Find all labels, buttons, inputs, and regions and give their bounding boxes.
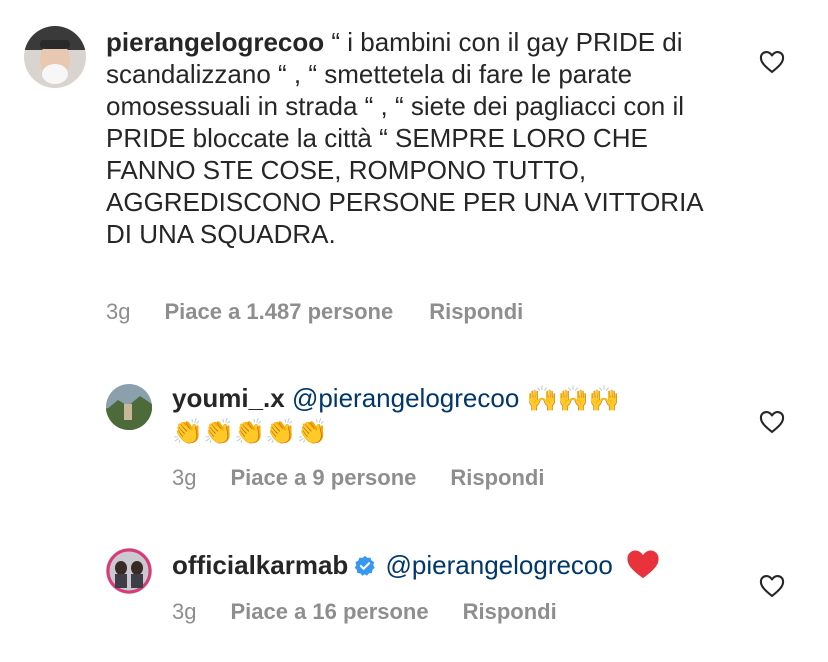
avatar[interactable] xyxy=(106,548,152,594)
reply-button[interactable]: Rispondi xyxy=(463,599,557,625)
comment-meta: 3g Piace a 9 persone Rispondi xyxy=(172,465,544,491)
avatar[interactable] xyxy=(24,26,86,88)
clapping-hands-emoji: 👏👏👏👏👏 xyxy=(172,417,328,446)
comment-username[interactable]: youmi_.x xyxy=(172,383,285,413)
raised-hands-emoji: 🙌🙌🙌 xyxy=(526,384,620,413)
comment-text-block: youmi_.x @pierangelogrecoo 🙌🙌🙌 👏👏👏👏👏 xyxy=(172,382,732,448)
comment-text-block: officialkarmab @pierangelogrecoo xyxy=(172,548,732,581)
likes-count[interactable]: Piace a 16 persone xyxy=(230,599,428,625)
like-heart-icon[interactable] xyxy=(758,48,786,76)
reply-button[interactable]: Rispondi xyxy=(450,465,544,491)
comment-meta: 3g Piace a 1.487 persone Rispondi xyxy=(106,299,523,325)
likes-count[interactable]: Piace a 9 persone xyxy=(230,465,416,491)
comment-username[interactable]: pierangelogrecoo xyxy=(106,27,324,57)
red-heart-emoji xyxy=(626,548,660,580)
comment-text: “ i bambini con il gay PRIDE di scandali… xyxy=(106,27,703,249)
comment-text-block: pierangelogrecoo “ i bambini con il gay … xyxy=(106,26,718,250)
like-heart-icon[interactable] xyxy=(758,572,786,600)
reply-button[interactable]: Rispondi xyxy=(429,299,523,325)
comment-time: 3g xyxy=(172,465,197,490)
likes-count[interactable]: Piace a 1.487 persone xyxy=(164,299,393,325)
comment-time: 3g xyxy=(172,599,197,624)
comment-username[interactable]: officialkarmab xyxy=(172,550,348,580)
like-heart-icon[interactable] xyxy=(758,408,786,436)
mention-link[interactable]: @pierangelogrecoo xyxy=(386,550,613,580)
avatar[interactable] xyxy=(106,384,152,430)
comment-time: 3g xyxy=(106,299,131,324)
comment-meta: 3g Piace a 16 persone Rispondi xyxy=(172,599,557,625)
verified-badge-icon xyxy=(354,552,376,576)
mention-link[interactable]: @pierangelogrecoo xyxy=(292,383,519,413)
